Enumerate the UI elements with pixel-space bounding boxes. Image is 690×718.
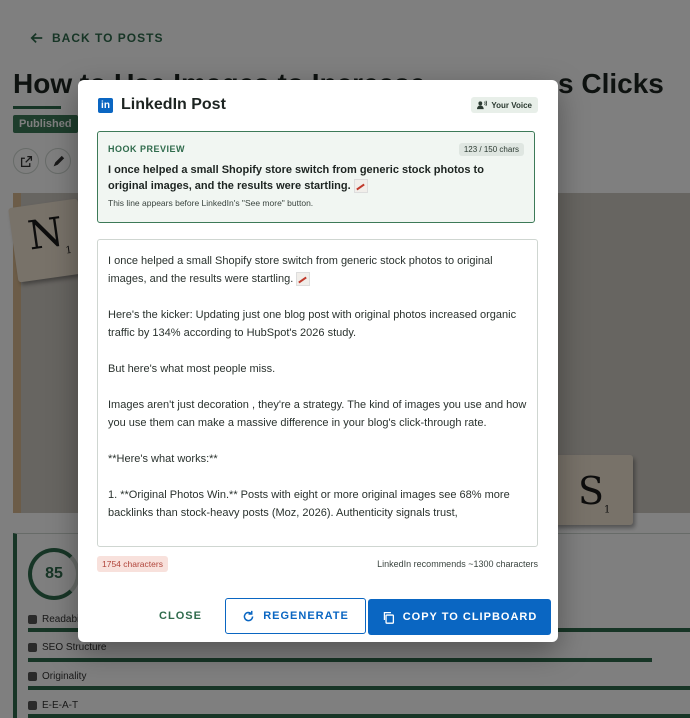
refresh-icon [243,610,254,621]
length-recommendation: LinkedIn recommends ~1300 characters [377,559,538,569]
modal-header: in LinkedIn Post [98,96,226,114]
post-paragraph: But here's what most people miss. [108,363,276,375]
close-button[interactable]: CLOSE [153,598,208,634]
hook-text: I once helped a small Shopify store swit… [108,164,484,194]
linkedin-icon: in [98,97,113,113]
copy-icon [383,611,394,624]
hook-char-count: 123 / 150 chars [458,143,524,156]
character-count-badge: 1754 characters [97,556,168,572]
hook-preview: HOOK PREVIEW 123 / 150 chars I once help… [97,131,535,223]
post-paragraph: 1. **Original Photos Win.** Posts with e… [108,489,510,519]
linkedin-post-modal: in LinkedIn Post Your Voice HOOK PREVIEW… [78,80,558,642]
regenerate-button[interactable]: REGENERATE [225,598,366,634]
voice-badge: Your Voice [471,97,538,113]
chart-increasing-icon [353,179,368,194]
post-paragraph: Images aren't just decoration , they're … [108,399,527,429]
hook-note: This line appears before LinkedIn's "See… [108,198,314,208]
chart-increasing-icon [296,272,311,287]
modal-title: LinkedIn Post [121,96,226,113]
post-body-textarea[interactable]: I once helped a small Shopify store swit… [97,239,538,547]
user-voice-icon [477,100,488,110]
copy-to-clipboard-button[interactable]: COPY TO CLIPBOARD [368,599,551,635]
post-paragraph: Here's the kicker: Updating just one blo… [108,309,517,339]
post-paragraph: I once helped a small Shopify store swit… [108,255,493,287]
post-paragraph: **Here's what works:** [108,453,218,465]
